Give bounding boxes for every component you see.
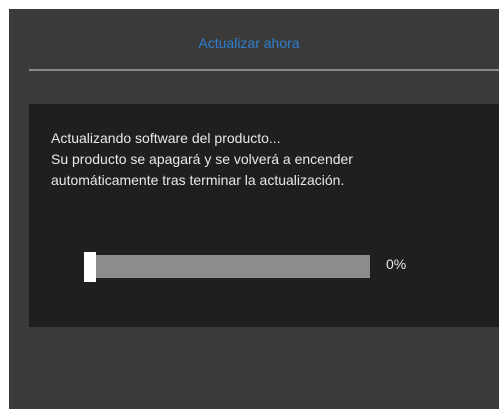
message-line-2: Su producto se apagará y se volverá a en… — [51, 151, 353, 167]
message-line-1: Actualizando software del producto... — [51, 130, 281, 146]
progress-percent-label: 0% — [386, 256, 407, 272]
page-title: Actualizar ahora — [198, 35, 300, 51]
osd-screen: Actualizar ahora Actualizando software d… — [9, 9, 499, 409]
message-line-3: automáticamente tras terminar la actuali… — [51, 172, 345, 188]
progress-indicator — [84, 252, 96, 282]
update-message: Actualizando software del producto... Su… — [51, 128, 491, 191]
update-dialog: Actualizando software del producto... Su… — [29, 104, 499, 327]
update-progress-bar — [84, 252, 370, 282]
header-divider — [29, 69, 499, 71]
